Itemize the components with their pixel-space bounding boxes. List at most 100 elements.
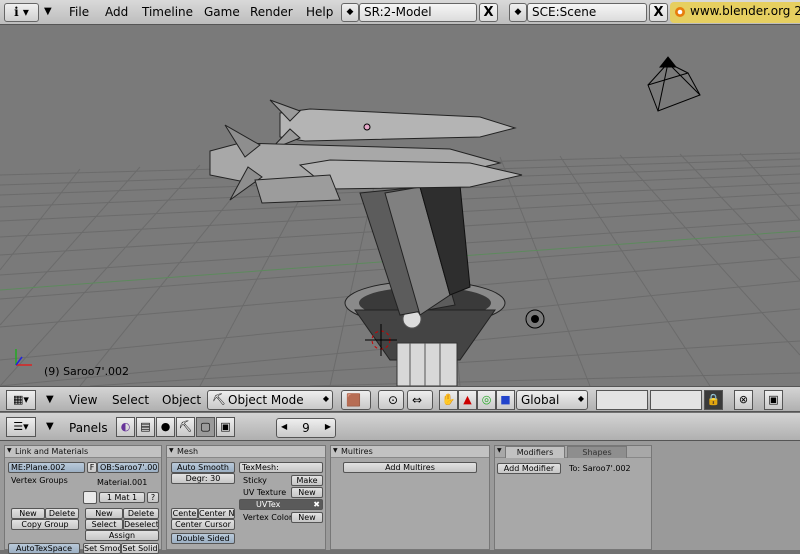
panel-title[interactable]: Link and Materials <box>5 446 161 458</box>
modifier-target-label: To: Saroo7'.002 <box>569 464 631 473</box>
material-index-field[interactable]: 1 Mat 1 <box>99 492 145 503</box>
menu-add[interactable]: Add <box>105 5 128 19</box>
window-type-buttons-icon[interactable]: ☰▾ <box>6 417 36 437</box>
menu-help[interactable]: Help <box>306 5 333 19</box>
scene-context-icon[interactable]: ▣ <box>216 417 235 437</box>
frame-number-field[interactable]: ◀ 9 ▶ <box>276 418 336 438</box>
set-smooth-button[interactable]: Set Smoo <box>83 543 121 554</box>
sticky-make-button[interactable]: Make <box>291 475 323 486</box>
vertex-color-new-button[interactable]: New <box>291 512 323 523</box>
view3d-header: ▦▾ ▼ View Select Object ⛏ Object Mode ◆ … <box>0 386 800 412</box>
scene-browse-button[interactable]: ◆ <box>509 3 527 22</box>
camera-object[interactable] <box>647 56 701 112</box>
scale-manipulator-icon[interactable]: ■ <box>496 390 515 410</box>
scene-delete-button[interactable]: X <box>649 3 668 22</box>
increment-icon[interactable]: ▶ <box>325 422 331 431</box>
mat-index-label: 1 Mat 1 <box>106 493 138 502</box>
object-mode-icon: ⛏ <box>212 393 226 406</box>
mesh-name-field[interactable]: ME:Plane.002 <box>8 462 85 473</box>
menu-select[interactable]: Select <box>112 393 149 407</box>
panel-modifiers: Modifiers Shapes Add Modifier To: Saroo7… <box>494 445 652 550</box>
vgroup-delete-button[interactable]: Delete <box>45 508 79 519</box>
centre-new-button[interactable]: Center Ne <box>198 508 235 519</box>
close-icon[interactable]: ✖ <box>313 500 320 509</box>
collapse-menu-icon[interactable]: ▼ <box>46 394 54 405</box>
double-sided-toggle[interactable]: Double Sided <box>171 533 235 544</box>
pivot-options-button[interactable]: ⇔ <box>407 390 433 410</box>
frame-object-label: (9) Saroo7'.002 <box>44 365 130 378</box>
collapse-menu-icon[interactable]: ▼ <box>46 421 54 432</box>
fake-user-button[interactable]: F <box>87 462 97 473</box>
auto-smooth-toggle[interactable]: Auto Smooth <box>171 462 235 473</box>
lock-layers-icon[interactable]: 🔒 <box>704 390 723 410</box>
menu-game[interactable]: Game <box>204 5 240 19</box>
layers-grid-b[interactable] <box>650 390 702 410</box>
tab-modifiers[interactable]: Modifiers <box>505 446 565 458</box>
3d-viewport[interactable]: (9) Saroo7'.002 <box>0 25 800 386</box>
script-context-icon[interactable]: ▤ <box>136 417 155 437</box>
orientation-select[interactable]: Global ◆ <box>516 390 588 410</box>
material-color-swatch[interactable] <box>83 491 97 504</box>
scene-name-field[interactable]: SCE:Scene <box>527 3 647 22</box>
panels-menu[interactable]: Panels <box>69 421 108 435</box>
screen-browse-button[interactable]: ◆ <box>341 3 359 22</box>
decrement-icon[interactable]: ◀ <box>281 422 287 431</box>
editing-context-icon[interactable]: ▢ <box>196 417 215 437</box>
add-multires-button[interactable]: Add Multires <box>343 462 477 473</box>
add-modifier-button[interactable]: Add Modifier <box>497 463 561 474</box>
material-select-button[interactable]: Select <box>85 519 123 530</box>
menu-render[interactable]: Render <box>250 5 293 19</box>
pivot-select[interactable]: ⊙ <box>378 390 404 410</box>
collapse-menu-icon[interactable]: ▼ <box>44 6 52 17</box>
copy-group-button[interactable]: Copy Group <box>11 519 79 530</box>
window-type-grid-icon[interactable]: ▦▾ <box>6 390 36 410</box>
tab-shapes[interactable]: Shapes <box>567 446 627 458</box>
uv-texture-new-button[interactable]: New <box>291 487 323 498</box>
model-saroo7[interactable] <box>209 99 523 386</box>
texmesh-field[interactable]: TexMesh: <box>239 462 323 473</box>
translate-manipulator-icon[interactable]: ▲ <box>458 390 477 410</box>
material-help-button[interactable]: ? <box>147 492 159 503</box>
uvtex-layer-field[interactable]: UVTex ✖ <box>239 499 323 510</box>
object-name-field[interactable]: OB:Saroo7'.002 <box>97 462 159 473</box>
draw-type-select[interactable]: 🟫 <box>341 390 371 410</box>
panel-title[interactable]: Mesh <box>167 446 325 458</box>
set-solid-button[interactable]: Set Solid <box>121 543 159 554</box>
uvtex-label: UVTex <box>256 500 281 509</box>
screen-name-field[interactable]: SR:2-Model <box>359 3 477 22</box>
vgroup-new-button[interactable]: New <box>11 508 45 519</box>
link-icon[interactable]: ⊗ <box>734 390 753 410</box>
lamp-object[interactable] <box>525 309 545 329</box>
centre-button[interactable]: Cente <box>171 508 198 519</box>
vertex-color-label: Vertex Color <box>243 513 293 522</box>
material-delete-button[interactable]: Delete <box>123 508 159 519</box>
window-type-button[interactable]: i ▾ <box>4 3 39 22</box>
hand-manipulator-icon[interactable]: ✋ <box>439 390 458 410</box>
menu-file[interactable]: File <box>69 5 89 19</box>
object-context-icon[interactable]: ⛏ <box>176 417 195 437</box>
panel-mesh: Mesh Auto Smooth Degr: 30 TexMesh: Stick… <box>166 445 326 550</box>
menu-timeline[interactable]: Timeline <box>142 5 193 19</box>
autotexspace-toggle[interactable]: AutoTexSpace <box>8 543 80 554</box>
uv-texture-label: UV Texture <box>243 488 287 497</box>
screen-delete-button[interactable]: X <box>479 3 498 22</box>
center-cursor-button[interactable]: Center Cursor <box>171 519 235 530</box>
panel-title[interactable]: Multires <box>331 446 489 458</box>
logic-context-icon[interactable]: ◐ <box>116 417 135 437</box>
mode-select[interactable]: ⛏ Object Mode ◆ <box>207 390 333 410</box>
rotate-manipulator-icon[interactable]: ◎ <box>477 390 496 410</box>
menu-view[interactable]: View <box>69 393 97 407</box>
layers-grid-a[interactable] <box>596 390 648 410</box>
viewport-scene[interactable] <box>0 25 800 386</box>
orientation-label: Global <box>521 393 560 407</box>
material-deselect-button[interactable]: Deselect <box>123 519 159 530</box>
material-assign-button[interactable]: Assign <box>85 530 159 541</box>
modifiers-tabs-bar: Modifiers Shapes <box>495 446 651 458</box>
sticky-label: Sticky <box>243 476 267 485</box>
material-new-button[interactable]: New <box>85 508 123 519</box>
shading-context-icon[interactable]: ● <box>156 417 175 437</box>
chevron-updown-icon: ◆ <box>322 394 329 403</box>
degr-field[interactable]: Degr: 30 <box>171 473 235 484</box>
menu-object[interactable]: Object <box>162 393 201 407</box>
render-preview-icon[interactable]: ▣ <box>764 390 783 410</box>
